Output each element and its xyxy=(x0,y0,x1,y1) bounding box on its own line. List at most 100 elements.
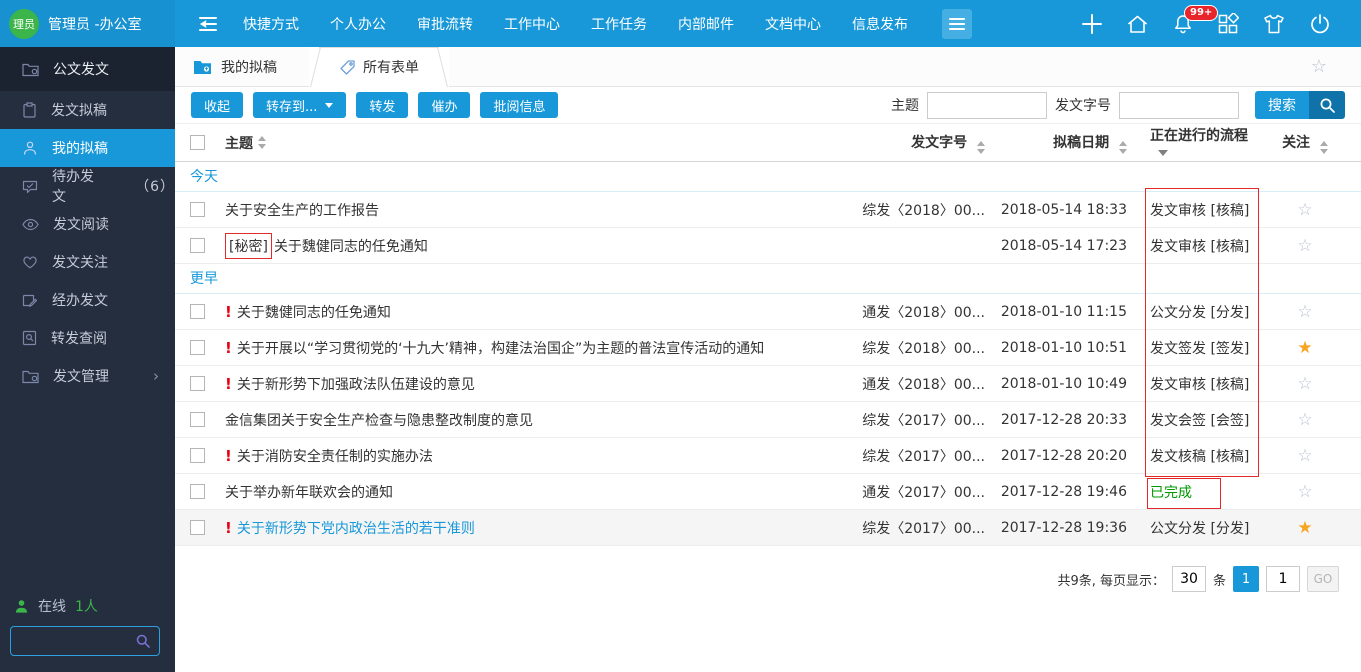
sidebar-item-fawen-nigao[interactable]: 发文拟稿 xyxy=(0,91,175,129)
star-icon[interactable]: ★ xyxy=(1297,518,1312,538)
table-row[interactable]: !关于魏健同志的任免通知通发〈2018〉00...2018-01-10 11:1… xyxy=(175,294,1361,330)
docno-input[interactable] xyxy=(1119,92,1239,119)
row-checkbox[interactable] xyxy=(190,412,205,427)
star-icon[interactable]: ☆ xyxy=(1297,236,1312,256)
nav-personal-office[interactable]: 个人办公 xyxy=(330,14,386,34)
urge-button[interactable]: 催办 xyxy=(418,92,470,118)
table-row[interactable]: !关于新形势下加强政法队伍建设的意见通发〈2018〉00...2018-01-1… xyxy=(175,366,1361,402)
row-checkbox[interactable] xyxy=(190,304,205,319)
star-icon[interactable]: ☆ xyxy=(1297,200,1312,220)
urgent-icon: ! xyxy=(225,303,232,321)
sidebar-item-wode-nigao[interactable]: 我的拟稿 xyxy=(0,129,175,167)
header-date[interactable]: 拟稿日期 xyxy=(995,132,1135,154)
subject-cell: !关于消防安全责任制的实施办法 xyxy=(225,446,845,466)
table-row[interactable]: !关于开展以“学习贯彻党的‘十九大’精神，构建法治国企”为主题的普法宣传活动的通… xyxy=(175,330,1361,366)
table-row[interactable]: 关于安全生产的工作报告综发〈2018〉00...2018-05-14 18:33… xyxy=(175,192,1361,228)
nav-work-center[interactable]: 工作中心 xyxy=(504,14,560,34)
sidebar-collapse-icon[interactable] xyxy=(197,14,219,34)
filter-caret-icon[interactable] xyxy=(1158,150,1168,156)
review-info-button[interactable]: 批阅信息 xyxy=(480,92,558,118)
top-header: 理员 管理员 -办公室 快捷方式 个人办公 审批流转 工作中心 工作任务 内部邮… xyxy=(0,0,1361,47)
sort-icon[interactable] xyxy=(258,136,266,149)
sidebar-item-daiban-fawen[interactable]: 待办发文 （6） xyxy=(0,167,175,205)
row-checkbox[interactable] xyxy=(190,238,205,253)
sidebar-item-fawen-guanzhu[interactable]: 发文关注 xyxy=(0,243,175,281)
theme-tshirt-icon[interactable] xyxy=(1262,13,1286,35)
star-icon[interactable]: ☆ xyxy=(1297,410,1312,430)
sidebar-item-zhuanfa-chayue[interactable]: 转发查阅 xyxy=(0,319,175,357)
apps-grid-icon[interactable] xyxy=(1217,13,1239,35)
star-icon[interactable]: ☆ xyxy=(1297,482,1312,502)
user-name: 管理员 -办公室 xyxy=(48,14,142,34)
process-status: 发文审核 [核稿] xyxy=(1135,236,1265,256)
row-checkbox[interactable] xyxy=(190,202,205,217)
document-title[interactable]: 关于消防安全责任制的实施办法 xyxy=(237,446,433,466)
sidebar-item-label: 转发查阅 xyxy=(51,328,107,348)
row-checkbox[interactable] xyxy=(190,340,205,355)
page-number-input[interactable] xyxy=(1266,566,1300,592)
table-row[interactable]: !关于消防安全责任制的实施办法综发〈2017〉00...2017-12-28 2… xyxy=(175,438,1361,474)
document-title[interactable]: 关于新形势下加强政法队伍建设的意见 xyxy=(237,374,475,394)
star-icon[interactable]: ☆ xyxy=(1297,302,1312,322)
sidebar-item-gongwen-fawen[interactable]: 公文发文 xyxy=(0,47,175,91)
table-row[interactable]: !关于新形势下党内政治生活的若干准则综发〈2017〉00...2017-12-2… xyxy=(175,510,1361,546)
sidebar-item-fawen-yuedu[interactable]: 发文阅读 xyxy=(0,205,175,243)
nav-shortcuts[interactable]: 快捷方式 xyxy=(243,14,299,34)
row-checkbox[interactable] xyxy=(190,484,205,499)
forward-button[interactable]: 转发 xyxy=(356,92,408,118)
current-page-button[interactable]: 1 xyxy=(1233,566,1259,592)
sidebar-item-fawen-guanli[interactable]: 发文管理 › xyxy=(0,357,175,395)
subject-cell: !关于新形势下加强政法队伍建设的意见 xyxy=(225,374,845,394)
add-icon[interactable] xyxy=(1081,13,1103,35)
search-icon[interactable] xyxy=(135,633,151,649)
nav-info-publish[interactable]: 信息发布 xyxy=(852,14,908,34)
document-title[interactable]: 关于魏健同志的任免通知 xyxy=(237,302,391,322)
row-checkbox[interactable] xyxy=(190,376,205,391)
document-title[interactable]: 关于新形势下党内政治生活的若干准则 xyxy=(237,518,475,538)
select-all-checkbox[interactable] xyxy=(190,135,205,150)
avatar[interactable]: 理员 xyxy=(9,9,39,39)
sort-icon[interactable] xyxy=(1320,141,1328,154)
document-title[interactable]: 金信集团关于安全生产检查与隐患整改制度的意见 xyxy=(225,410,533,430)
star-icon[interactable]: ★ xyxy=(1297,338,1312,358)
table-row[interactable]: 金信集团关于安全生产检查与隐患整改制度的意见综发〈2017〉00...2017-… xyxy=(175,402,1361,438)
collapse-button[interactable]: 收起 xyxy=(191,92,243,118)
nav-document-center[interactable]: 文档中心 xyxy=(765,14,821,34)
nav-work-tasks[interactable]: 工作任务 xyxy=(591,14,647,34)
page-size-input[interactable] xyxy=(1172,566,1206,592)
save-to-button[interactable]: 转存到... xyxy=(253,92,346,118)
go-button[interactable]: GO xyxy=(1307,566,1339,592)
row-checkbox[interactable] xyxy=(190,520,205,535)
home-icon[interactable] xyxy=(1126,13,1149,35)
star-icon[interactable]: ☆ xyxy=(1297,446,1312,466)
nav-approval-flow[interactable]: 审批流转 xyxy=(417,14,473,34)
search-button[interactable]: 搜索 xyxy=(1255,91,1345,119)
power-logout-icon[interactable] xyxy=(1309,13,1331,35)
document-title[interactable]: 关于安全生产的工作报告 xyxy=(225,200,379,220)
notification-bell-icon[interactable]: 99+ xyxy=(1172,13,1194,35)
sort-icon[interactable] xyxy=(977,141,985,154)
header-subject[interactable]: 主题 xyxy=(225,133,845,153)
header-docno[interactable]: 发文字号 xyxy=(845,132,995,154)
sort-icon[interactable] xyxy=(1119,141,1127,154)
sidebar-item-jingban-fawen[interactable]: 经办发文 xyxy=(0,281,175,319)
tab-all-forms[interactable]: 所有表单 xyxy=(309,47,449,87)
favorite-star-icon[interactable]: ☆ xyxy=(1311,56,1327,77)
sidebar-search-input[interactable] xyxy=(11,628,135,654)
header-follow[interactable]: 关注 xyxy=(1265,132,1345,154)
table-row[interactable]: 关于举办新年联欢会的通知通发〈2017〉00...2017-12-28 19:4… xyxy=(175,474,1361,510)
table-row[interactable]: [秘密]关于魏健同志的任免通知2018-05-14 17:23发文审核 [核稿]… xyxy=(175,228,1361,264)
document-title[interactable]: 关于举办新年联欢会的通知 xyxy=(225,482,393,502)
more-menu-button[interactable] xyxy=(942,9,972,39)
row-checkbox[interactable] xyxy=(190,448,205,463)
subject-input[interactable] xyxy=(927,92,1047,119)
eye-icon xyxy=(22,218,39,231)
document-title[interactable]: 关于开展以“学习贯彻党的‘十九大’精神，构建法治国企”为主题的普法宣传活动的通知 xyxy=(237,338,764,358)
nav-internal-mail[interactable]: 内部邮件 xyxy=(678,14,734,34)
header-process[interactable]: 正在进行的流程 xyxy=(1135,125,1265,161)
document-title[interactable]: 关于魏健同志的任免通知 xyxy=(274,236,428,256)
subject-cell: [秘密]关于魏健同志的任免通知 xyxy=(225,233,845,259)
tag-icon xyxy=(339,59,356,76)
sidebar-item-label: 发文拟稿 xyxy=(51,100,107,120)
star-icon[interactable]: ☆ xyxy=(1297,374,1312,394)
